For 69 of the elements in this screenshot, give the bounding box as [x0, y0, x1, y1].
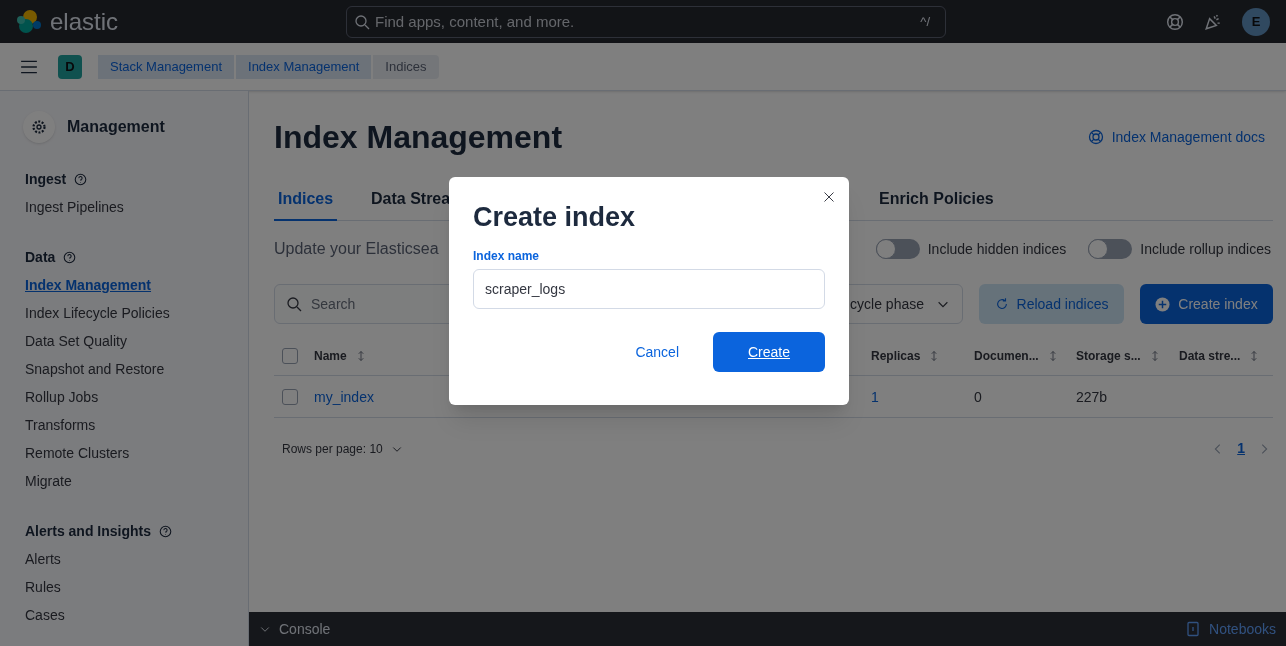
sidebar-title: Management [67, 117, 165, 137]
index-name-field[interactable]: scraper_logs [473, 269, 825, 309]
plus-circle-icon [1155, 296, 1171, 312]
sidebar-item[interactable]: Cases [25, 601, 248, 629]
column-header[interactable]: Data stre... [1179, 346, 1241, 365]
keyboard-shortcut: ^/ [920, 12, 931, 31]
console-toggle[interactable]: Console [259, 618, 331, 640]
reload-button[interactable]: Reload indices [979, 284, 1124, 324]
column-header[interactable]: Storage s... [1076, 346, 1141, 365]
sidebar-item[interactable]: Snapshot and Restore [25, 355, 248, 383]
gear-icon [31, 119, 47, 135]
docs-link[interactable]: Index Management docs [1087, 126, 1265, 148]
rows-per-page-button[interactable]: Rows per page: 10 [282, 439, 403, 458]
space-badge[interactable]: D [58, 54, 82, 79]
checkbox[interactable] [282, 347, 298, 364]
sidebar-item[interactable]: Migrate [25, 467, 248, 495]
notebook-icon [1185, 621, 1202, 637]
sidebar-item[interactable]: Rollup Jobs [25, 383, 248, 411]
sidebar-item[interactable]: Rules [25, 573, 248, 601]
table-cell: 227b [1076, 388, 1108, 405]
table-cell[interactable]: 1 [871, 388, 879, 405]
party-popper-icon [1204, 12, 1222, 31]
toggle-label: Include hidden indices [927, 239, 1067, 259]
sidebar-item[interactable]: Data Set Quality [25, 327, 248, 355]
section-heading: Alerts and Insights [25, 521, 152, 541]
modal-title: Create index [473, 201, 637, 233]
page-title: Index Management [274, 118, 563, 157]
user-avatar[interactable]: E [1242, 7, 1270, 36]
page-link[interactable]: 1 [1237, 438, 1245, 459]
column-header[interactable]: Name [314, 346, 347, 365]
tab[interactable]: Data Strea [367, 179, 455, 221]
column-header[interactable]: Documen... [974, 346, 1039, 365]
help-icon [74, 172, 88, 186]
sidebar-item[interactable]: Ingest Pipelines [25, 193, 248, 221]
sidebar-item[interactable]: Remote Clusters [25, 439, 248, 467]
column-header[interactable]: Replicas [871, 346, 921, 365]
notebooks-button[interactable]: Notebooks [1185, 618, 1276, 640]
help-icon [1087, 129, 1104, 145]
toggle-switch[interactable] [875, 239, 920, 259]
search-icon [286, 296, 302, 312]
sidebar-item[interactable]: Alerts [25, 545, 248, 573]
breadcrumb[interactable]: Stack Management [98, 54, 234, 79]
refresh-icon [994, 297, 1009, 311]
tab[interactable]: Indices [274, 179, 338, 221]
checkbox[interactable] [282, 388, 298, 405]
section-heading: Data [25, 247, 56, 267]
sidebar-item[interactable]: Index Management [25, 271, 248, 299]
toggle-label: Include rollup indices [1140, 239, 1271, 259]
create-index-button[interactable]: Create index [1140, 284, 1273, 324]
help-icon [1166, 12, 1184, 31]
logo-text: elastic [50, 6, 119, 37]
breadcrumb[interactable]: Index Management [236, 54, 372, 79]
table-cell: 0 [974, 388, 982, 405]
field-label: Index name [473, 248, 541, 265]
cancel-button[interactable]: Cancel [623, 332, 691, 372]
create-button[interactable]: Create [713, 332, 825, 372]
help-icon [159, 524, 173, 538]
breadcrumb: Indices [373, 54, 439, 79]
close-icon [823, 191, 835, 203]
description-text: Update your Elasticsea [274, 239, 439, 259]
sidebar-item[interactable]: Transforms [25, 411, 248, 439]
logo-icon [16, 8, 42, 35]
help-icon [63, 250, 77, 264]
sidebar-item[interactable]: Index Lifecycle Policies [25, 299, 248, 327]
section-heading: Ingest [25, 169, 67, 189]
search-icon [354, 13, 370, 30]
tab[interactable]: Enrich Policies [875, 179, 998, 221]
toggle-switch[interactable] [1088, 239, 1133, 259]
index-name-link[interactable]: my_index [314, 388, 374, 405]
